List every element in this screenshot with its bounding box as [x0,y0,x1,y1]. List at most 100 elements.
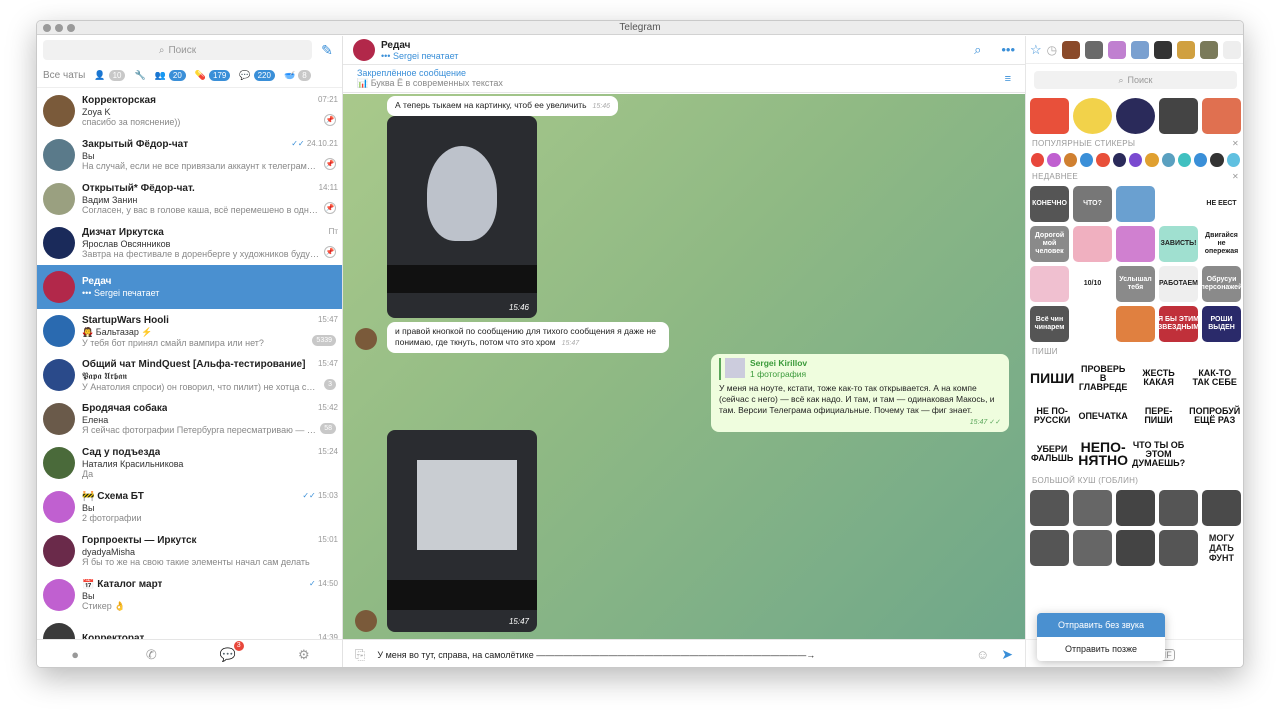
pinned-list-icon[interactable]: ≡ [1005,73,1011,85]
text-sticker[interactable]: ЖЕСТЬ КАКАЯ [1132,361,1185,395]
chat-list-item[interactable]: Горпроекты — Иркутск 15:01 dyadyaMisha Я… [37,529,342,573]
sticker[interactable] [1096,153,1110,167]
sticker[interactable] [1159,490,1198,526]
sticker-set-tab[interactable] [1131,40,1150,59]
sticker[interactable] [1030,98,1069,134]
chat-list-item[interactable]: Дизчат Иркутска Пт Ярослав Овсянников За… [37,221,342,265]
text-sticker[interactable]: НЕ ПО-РУССКИ [1030,399,1074,433]
folder-tab[interactable]: 💬 220 [239,70,275,81]
contacts-icon[interactable]: ● [67,647,83,663]
sticker[interactable]: ЗАВИСТЬ! [1159,226,1198,262]
send-silent-menu-item[interactable]: Отправить без звука [1037,613,1165,637]
sticker[interactable] [1159,530,1198,566]
sticker[interactable] [1116,186,1155,222]
folder-tab[interactable]: 🔧 [134,70,145,81]
folder-tab[interactable]: 🥣 8 [284,70,311,81]
more-options-icon[interactable]: ••• [1001,42,1015,58]
message-area[interactable]: А теперь тыкаем на картинку, чтоб ее уве… [343,94,1025,639]
sticker[interactable] [1031,153,1045,167]
settings-gear-icon[interactable]: ⚙ [296,647,312,663]
pinned-message-bar[interactable]: Закреплённое сообщение 📊 Буква Ё в совре… [343,65,1025,93]
text-sticker[interactable]: ПОПРОБУЙ ЕЩЁ РАЗ [1189,399,1240,433]
chat-list-item[interactable]: Корректорская 07:21 Zoya K спасибо за по… [37,89,342,133]
sticker[interactable] [1030,490,1069,526]
sticker[interactable] [1194,153,1208,167]
sticker-search-input[interactable]: ⌕ Поиск [1034,71,1237,89]
sticker[interactable] [1073,530,1112,566]
chat-list-item[interactable]: Корректорат 14:39 [37,617,342,639]
sticker[interactable] [1161,153,1175,167]
sticker-set-tab[interactable] [1085,40,1104,59]
text-sticker[interactable] [1189,437,1240,471]
sticker[interactable]: ЧТО? [1073,186,1112,222]
text-sticker[interactable]: КАК-ТО ТАК СЕБЕ [1189,361,1240,395]
folder-tab[interactable]: 💊 179 [195,70,231,81]
sender-avatar[interactable] [355,328,377,350]
sticker[interactable]: РОШИ ВЫДЕН [1202,306,1241,342]
minimize-window-button[interactable] [55,24,63,32]
close-window-button[interactable] [43,24,51,32]
sticker[interactable] [1116,490,1155,526]
sticker[interactable]: Услышал тебя [1116,266,1155,302]
chat-list-item[interactable]: Редач ••• Sergei печатает [37,265,342,309]
sticker[interactable] [1116,226,1155,262]
chats-icon[interactable]: 💬 3 [220,640,244,663]
chat-list-item[interactable]: 🚧 Схема БТ ✓✓ 15:03 Вы 2 фотографии [37,485,342,529]
sticker[interactable] [1030,266,1069,302]
sticker[interactable]: РАБОТАЕМ [1159,266,1198,302]
message-input[interactable]: У меня во тут, справа, на самолётике ———… [377,650,964,660]
chat-list-item[interactable]: Общий чат MindQuest [Альфа-тестирование]… [37,353,342,397]
search-icon[interactable]: ⌕ [974,42,981,58]
outgoing-reply-bubble[interactable]: Sergei Kirillov 1 фотография У меня на н… [711,354,1009,432]
sticker-set-tab[interactable] [1108,40,1127,59]
emoji-icon[interactable]: ☺ [976,647,989,662]
sticker-set-tab[interactable] [1177,40,1196,59]
sticker[interactable]: Двигайся не опережая [1202,226,1241,262]
text-sticker[interactable]: ПРОВЕРЬ В ГЛАВРЕДЕ [1078,361,1128,395]
sticker[interactable] [1177,153,1192,167]
chat-list-item[interactable]: StartupWars Hooli 15:47 🧛 Бальтазар ⚡ У … [37,309,342,353]
chat-list-item[interactable]: Бродячая собака 15:42 Елена Я сейчас фот… [37,397,342,441]
sticker[interactable]: Дорогой мой человек [1030,226,1069,262]
chat-list-item[interactable]: Открытый* Фёдор-чат. 14:11 Вадим Занин С… [37,177,342,221]
recent-clock-icon[interactable]: ◷ [1047,43,1057,57]
sticker-set-tab[interactable] [1223,40,1242,59]
text-sticker[interactable]: ОПЕЧАТКА [1078,399,1128,433]
message-bubble[interactable]: А теперь тыкаем на картинку, чтоб ее уве… [387,96,619,116]
text-sticker[interactable]: ПИШИ [1030,361,1074,395]
photo-message[interactable]: 15:46 [387,116,537,318]
sticker[interactable] [1030,530,1069,566]
text-sticker[interactable]: НЕПО-НЯТНО [1078,437,1128,471]
close-icon[interactable]: ✕ [1232,172,1239,181]
sticker[interactable] [1073,490,1112,526]
sticker[interactable] [1159,186,1198,222]
sticker[interactable] [1073,226,1112,262]
sticker-set-tab[interactable] [1200,40,1219,59]
folder-tab[interactable]: 👥 20 [155,70,186,81]
close-icon[interactable]: ✕ [1232,139,1239,148]
chat-list-item[interactable]: Закрытый Фёдор-чат ✓✓ 24.10.21 Вы На слу… [37,133,342,177]
sticker[interactable] [1202,490,1241,526]
sticker-set-tab[interactable] [1062,40,1081,59]
reply-quote[interactable]: Sergei Kirillov 1 фотография [719,358,1001,380]
text-sticker[interactable]: УБЕРИ ФАЛЬШЬ [1030,437,1074,471]
send-later-menu-item[interactable]: Отправить позже [1037,637,1165,661]
compose-icon[interactable]: ✎ [318,41,336,59]
sticker[interactable]: Обрусуи персонажей [1202,266,1241,302]
send-icon[interactable]: ➤ [1001,646,1013,663]
sticker[interactable] [1063,153,1077,167]
sticker[interactable] [1145,153,1159,167]
sticker[interactable]: Я БЫ ЭТИМ ЗВЕЗДНЫМ [1159,306,1198,342]
sticker[interactable] [1116,306,1155,342]
sticker[interactable] [1128,153,1143,167]
sticker[interactable] [1202,98,1241,134]
sticker[interactable] [1226,153,1241,167]
sticker[interactable] [1159,98,1198,134]
chat-list-item[interactable]: 📅 Каталог март ✓ 14:50 Вы Стикер 👌 [37,573,342,617]
message-bubble[interactable]: и правой кнопкой по сообщению для тихого… [387,322,669,353]
sticker[interactable] [1116,530,1155,566]
sticker[interactable]: Всё чин чинарем [1030,306,1069,342]
text-sticker[interactable]: ЧТО ТЫ ОБ ЭТОМ ДУМАЕШЬ? [1132,437,1185,471]
sticker[interactable] [1073,306,1112,342]
chat-header[interactable]: Редач ••• Sergei печатает ⌕ ••• [343,36,1025,65]
